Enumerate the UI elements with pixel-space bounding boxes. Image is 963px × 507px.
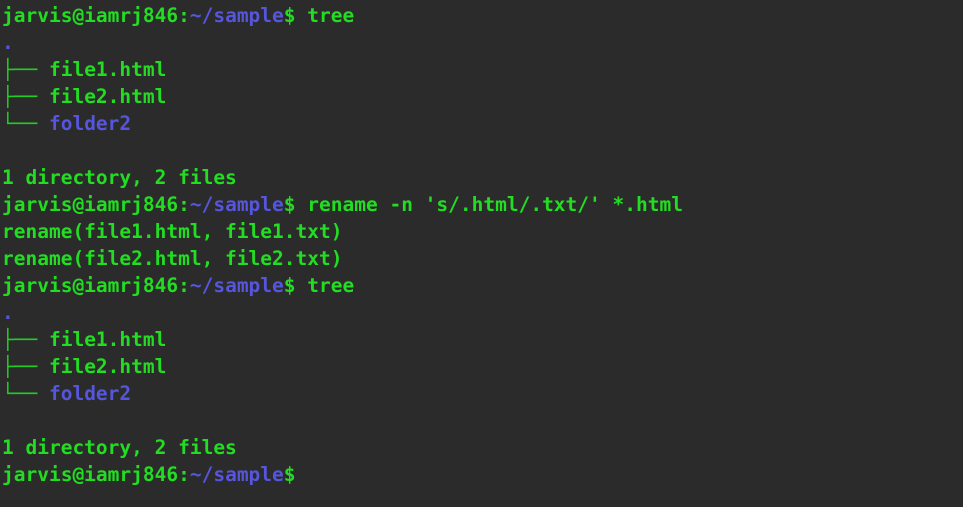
prompt-separator: : [178, 463, 190, 486]
tree-file-name: file2.html [48, 85, 167, 108]
terminal-command: tree [295, 274, 355, 297]
tree-entry-file: ├── file1.html [2, 326, 963, 353]
prompt-user-host: jarvis@iamrj846 [2, 4, 179, 27]
prompt-path: ~/sample [189, 463, 284, 486]
tree-root-node: . [2, 299, 963, 326]
terminal-command: tree [295, 4, 355, 27]
terminal-output-text: rename(file2.html, file2.txt) [2, 247, 343, 270]
prompt-sigil: $ [283, 463, 296, 486]
tree-root-label: . [2, 301, 14, 324]
prompt-sigil: $ [283, 4, 296, 27]
terminal-output-line: 1 directory, 2 files [2, 434, 963, 461]
terminal-output-line: rename(file2.html, file2.txt) [2, 245, 963, 272]
terminal-output-line: rename(file1.html, file1.txt) [2, 218, 963, 245]
prompt-path: ~/sample [189, 274, 284, 297]
prompt-path: ~/sample [189, 193, 284, 216]
prompt-separator: : [178, 193, 190, 216]
terminal-command: rename -n 's/.html/.txt/' *.html [295, 193, 683, 216]
tree-root-node: . [2, 29, 963, 56]
prompt-sigil: $ [283, 274, 296, 297]
terminal-prompt-line: jarvis@iamrj846:~/sample$ tree [2, 2, 963, 29]
prompt-user-host: jarvis@iamrj846 [2, 193, 179, 216]
tree-branch-glyph: ├── [2, 58, 49, 81]
terminal-output-text: 1 directory, 2 files [2, 436, 237, 459]
prompt-path: ~/sample [189, 4, 284, 27]
terminal-prompt-line: jarvis@iamrj846:~/sample$ rename -n 's/.… [2, 191, 963, 218]
tree-root-label: . [2, 31, 14, 54]
prompt-separator: : [178, 4, 190, 27]
tree-file-name: file2.html [48, 355, 167, 378]
terminal-output-line: 1 directory, 2 files [2, 164, 963, 191]
tree-branch-glyph: └── [2, 112, 49, 135]
tree-branch-glyph: ├── [2, 85, 49, 108]
tree-entry-file: ├── file2.html [2, 353, 963, 380]
prompt-user-host: jarvis@iamrj846 [2, 274, 179, 297]
tree-directory-name: folder2 [48, 112, 132, 135]
tree-file-name: file1.html [48, 328, 167, 351]
prompt-sigil: $ [283, 193, 296, 216]
tree-entry-dir: └── folder2 [2, 110, 963, 137]
terminal-window[interactable]: jarvis@iamrj846:~/sample$ tree. ├── file1… [0, 0, 963, 507]
tree-entry-file: ├── file2.html [2, 83, 963, 110]
tree-entry-file: ├── file1.html [2, 56, 963, 83]
terminal-prompt-line: jarvis@iamrj846:~/sample$ tree [2, 272, 963, 299]
tree-branch-glyph: ├── [2, 328, 49, 351]
prompt-separator: : [178, 274, 190, 297]
terminal-prompt-line: jarvis@iamrj846:~/sample$ [2, 461, 963, 488]
tree-file-name: file1.html [48, 58, 167, 81]
tree-directory-name: folder2 [48, 382, 132, 405]
tree-entry-dir: └── folder2 [2, 380, 963, 407]
terminal-output-text: 1 directory, 2 files [2, 166, 237, 189]
terminal-output-text: rename(file1.html, file1.txt) [2, 220, 343, 243]
tree-branch-glyph: ├── [2, 355, 49, 378]
tree-branch-glyph: └── [2, 382, 49, 405]
prompt-user-host: jarvis@iamrj846 [2, 463, 179, 486]
